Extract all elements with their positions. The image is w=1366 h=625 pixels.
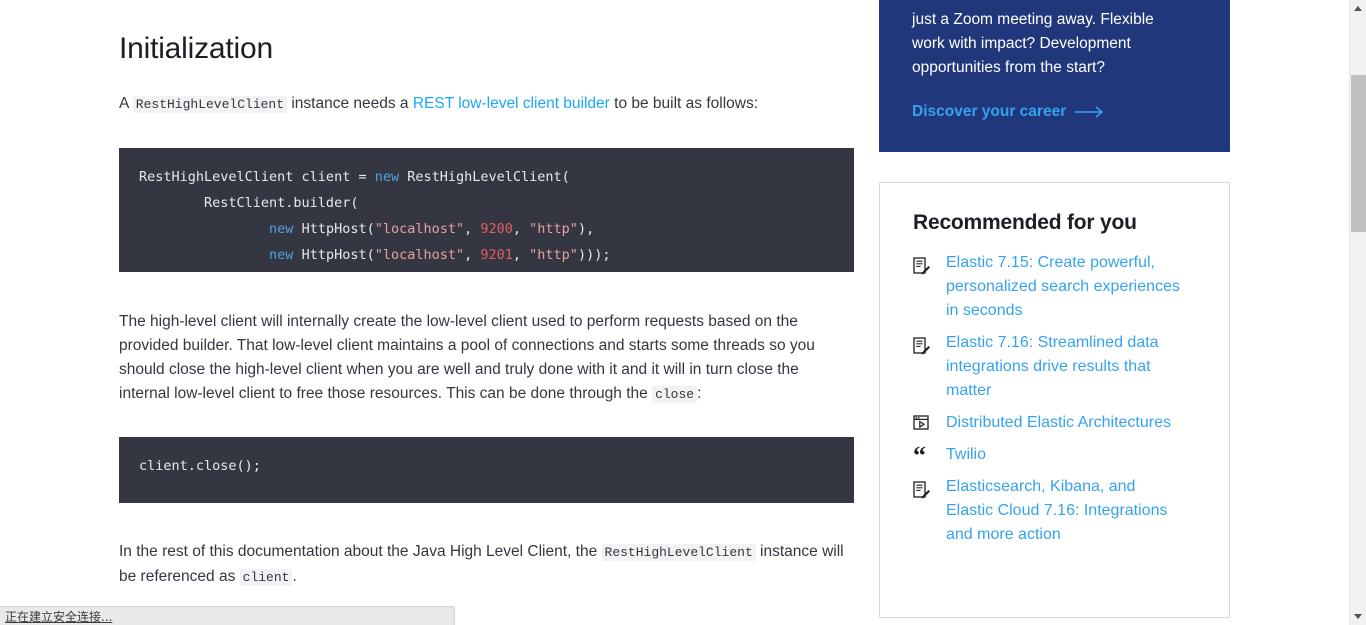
inline-code-client: client xyxy=(239,569,293,586)
intro-text-before: A xyxy=(119,95,133,112)
scroll-up-arrow-icon xyxy=(1354,6,1362,11)
code-token: 9201 xyxy=(480,247,513,263)
promo-line-3: opportunities from the start? xyxy=(912,59,1105,76)
promo-line-0 xyxy=(912,0,1202,8)
browser-viewport: Initialization A RestHighLevelClient ins… xyxy=(0,0,1366,625)
inline-code-resthighlevelclient-2: RestHighLevelClient xyxy=(601,544,756,561)
quote-icon: “ xyxy=(913,441,946,470)
list-item[interactable]: “ Twilio xyxy=(913,441,1207,470)
code-token: client.close(); xyxy=(139,457,261,474)
browser-status-bar: 正在建立安全连接... xyxy=(0,606,455,625)
quote-glyph: “ xyxy=(913,441,926,470)
code-token: ), xyxy=(577,221,595,237)
blog-post-icon xyxy=(913,251,946,275)
closing-text-suffix: . xyxy=(292,568,297,585)
rest-low-level-client-builder-link[interactable]: REST low-level client builder xyxy=(413,95,610,112)
code-token: HttpHost( xyxy=(293,247,375,263)
documentation-content: Initialization A RestHighLevelClient ins… xyxy=(119,0,854,590)
code-token: new xyxy=(269,221,294,237)
recommended-link[interactable]: Elasticsearch, Kibana, and Elastic Cloud… xyxy=(946,475,1186,547)
recommended-heading: Recommended for you xyxy=(913,211,1137,234)
discover-your-career-label: Discover your career xyxy=(912,103,1067,120)
body-paragraph: The high-level client will internally cr… xyxy=(119,286,849,407)
code-token: HttpHost( xyxy=(293,221,375,237)
promo-line-2: work with impact? Development xyxy=(912,35,1131,52)
code-block-initialization: RestHighLevelClient client = new RestHig… xyxy=(119,148,854,272)
code-token: , xyxy=(512,221,530,237)
recommended-link[interactable]: Twilio xyxy=(946,443,986,467)
list-item[interactable]: Elastic 7.15: Create powerful, personali… xyxy=(913,251,1207,323)
arrow-right-icon xyxy=(1075,106,1104,118)
webinar-video-icon xyxy=(913,415,946,431)
inline-code-close: close xyxy=(652,385,698,403)
intro-paragraph: A RestHighLevelClient instance needs a R… xyxy=(119,68,849,117)
scroll-down-arrow-icon xyxy=(1354,614,1362,619)
code-token: "http" xyxy=(529,247,578,263)
discover-your-career-link[interactable]: Discover your career xyxy=(912,102,1105,122)
code-token: RestHighLevelClient( xyxy=(399,169,570,185)
code-token: , xyxy=(512,247,530,263)
inline-code-resthighlevelclient: RestHighLevelClient xyxy=(132,96,288,113)
closing-paragraph: In the rest of this documentation about … xyxy=(119,516,849,590)
code-token: RestHighLevelClient client = xyxy=(139,169,375,185)
scroll-up-button[interactable] xyxy=(1350,0,1366,17)
code-token: "localhost" xyxy=(374,221,465,237)
recommended-link[interactable]: Elastic 7.16: Streamlined data integrati… xyxy=(946,331,1186,403)
list-item[interactable]: Distributed Elastic Architectures xyxy=(913,411,1207,435)
intro-text-after: to be built as follows: xyxy=(609,95,759,112)
recommended-list: Elastic 7.15: Create powerful, personali… xyxy=(913,251,1207,547)
code-token: RestClient.builder( xyxy=(139,195,359,211)
scroll-down-button[interactable] xyxy=(1350,608,1366,625)
status-bar-text: 正在建立安全连接... xyxy=(5,609,113,624)
code-token: , xyxy=(464,221,481,237)
code-token: "localhost" xyxy=(374,247,465,263)
code-token: 9200 xyxy=(480,221,513,237)
code-block-close: client.close(); xyxy=(119,436,854,503)
recommended-link[interactable]: Elastic 7.15: Create powerful, personali… xyxy=(946,251,1186,323)
intro-text-middle: instance needs a xyxy=(287,95,413,112)
body-paragraph-suffix: : xyxy=(697,384,702,402)
list-item[interactable]: Elastic 7.16: Streamlined data integrati… xyxy=(913,331,1207,403)
scrollbar-thumb[interactable] xyxy=(1351,75,1366,232)
careers-promo-banner[interactable]: just a Zoom meeting away. Flexible work … xyxy=(879,0,1230,152)
blog-post-icon xyxy=(913,475,946,499)
body-paragraph-text: The high-level client will internally cr… xyxy=(119,312,815,402)
code-block-1-content: RestHighLevelClient client = new RestHig… xyxy=(139,169,610,263)
vertical-scrollbar[interactable] xyxy=(1349,0,1366,625)
code-block-2-content: client.close(); xyxy=(139,458,261,474)
code-token: "http" xyxy=(529,221,578,237)
right-sidebar: just a Zoom meeting away. Flexible work … xyxy=(879,0,1230,618)
promo-banner-text-block: just a Zoom meeting away. Flexible work … xyxy=(912,0,1202,122)
recommended-link[interactable]: Distributed Elastic Architectures xyxy=(946,411,1171,435)
code-token: , xyxy=(464,247,481,263)
code-token: new xyxy=(269,247,294,263)
code-token: ))); xyxy=(577,247,611,263)
page-title: Initialization xyxy=(119,32,273,65)
recommended-for-you-card: Recommended for you Elastic 7.15: Create… xyxy=(879,182,1230,618)
list-item[interactable]: Elasticsearch, Kibana, and Elastic Cloud… xyxy=(913,475,1207,547)
promo-line-1: just a Zoom meeting away. Flexible xyxy=(912,11,1154,28)
blog-post-icon xyxy=(913,331,946,355)
closing-text-prefix: In the rest of this documentation about … xyxy=(119,543,602,560)
code-token: new xyxy=(374,169,400,185)
